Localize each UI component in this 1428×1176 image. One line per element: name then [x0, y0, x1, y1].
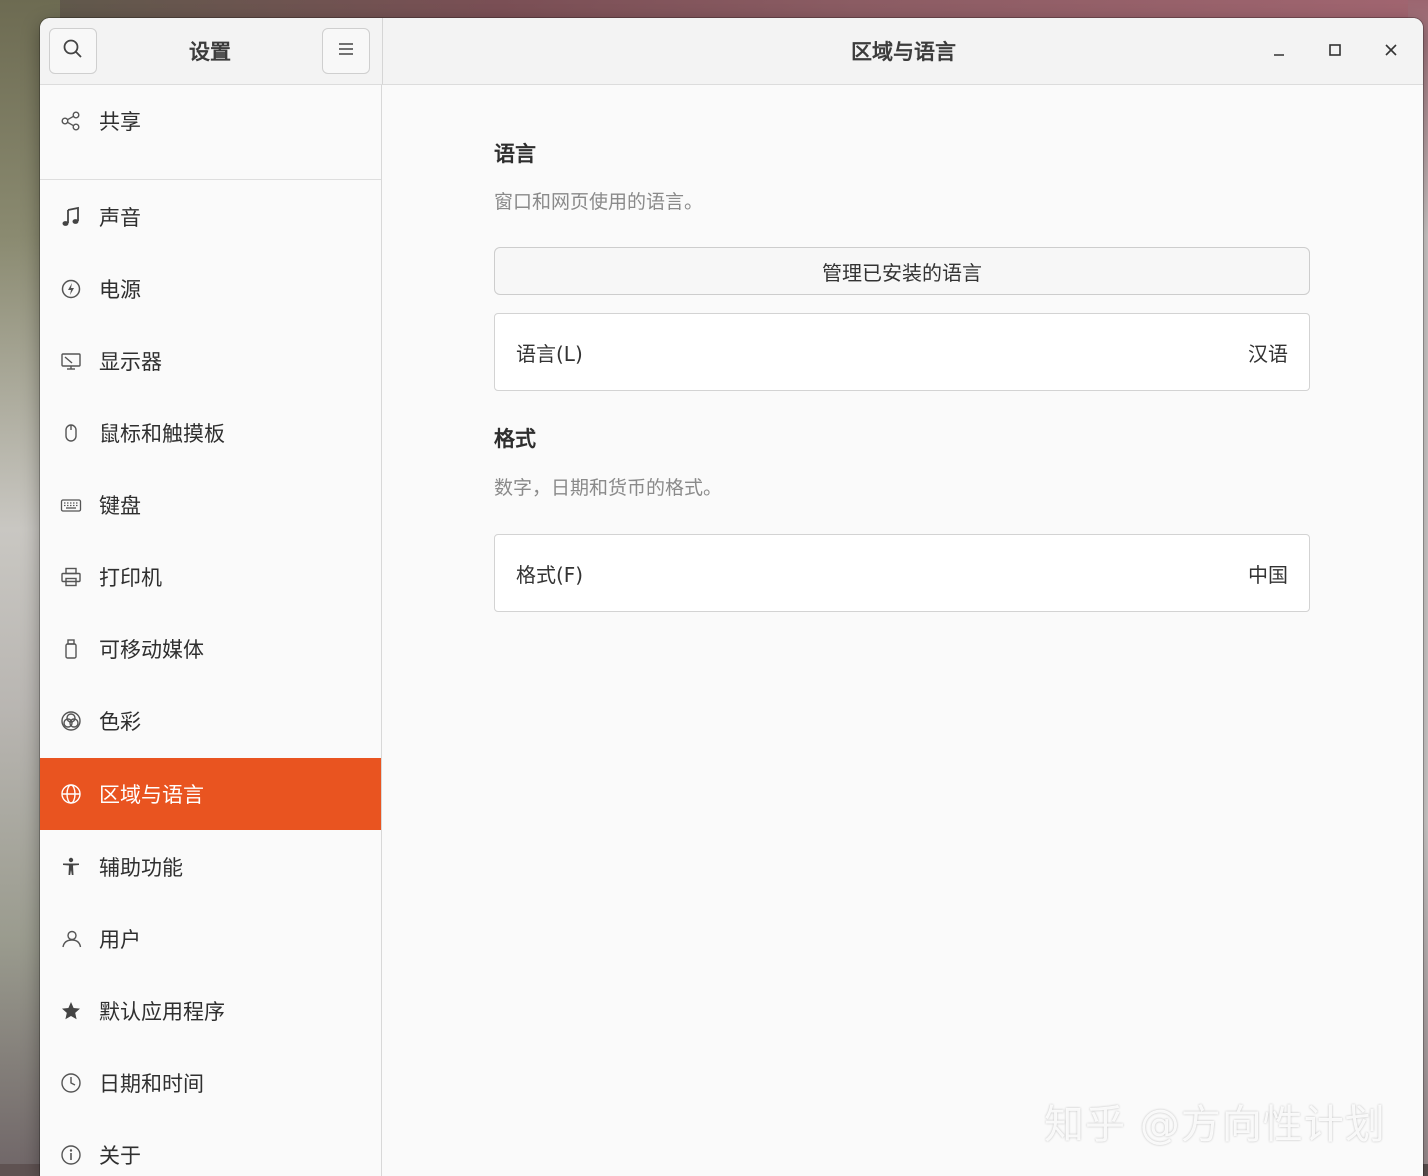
language-row[interactable]: 语言(L) 汉语 — [494, 313, 1310, 391]
mouse-icon — [59, 421, 83, 445]
user-icon — [59, 927, 83, 951]
sidebar: 共享 声音 电源 显示器 鼠标和触摸板 键盘 打印机 可移动媒体 色彩 区域与语… — [40, 85, 382, 1176]
close-icon — [1383, 42, 1399, 62]
minimize-button[interactable] — [1265, 38, 1293, 66]
sidebar-item-label: 声音 — [99, 206, 141, 230]
accessibility-icon — [59, 855, 83, 879]
sidebar-item-label: 键盘 — [99, 494, 141, 518]
sidebar-item-printers[interactable]: 打印机 — [40, 541, 381, 613]
sidebar-item-displays[interactable]: 显示器 — [40, 325, 381, 397]
sidebar-item-about[interactable]: 关于 — [40, 1119, 381, 1176]
language-section-description: 窗口和网页使用的语言。 — [494, 191, 704, 213]
sidebar-item-label: 区域与语言 — [99, 783, 204, 807]
sidebar-item-label: 共享 — [99, 110, 141, 134]
language-row-label: 语言(L) — [516, 341, 583, 366]
settings-window: 设置 区域与语言 共享 声音 电源 显示器 鼠标和触摸板 键盘 打印机 可移动媒… — [40, 18, 1423, 1176]
format-row-value: 中国 — [1248, 562, 1288, 587]
main-header: 区域与语言 — [382, 18, 1423, 85]
display-icon — [59, 349, 83, 373]
music-note-icon — [59, 205, 83, 229]
sidebar-item-mouse-touchpad[interactable]: 鼠标和触摸板 — [40, 397, 381, 469]
search-icon — [62, 38, 84, 64]
sidebar-item-label: 鼠标和触摸板 — [99, 422, 225, 446]
sidebar-item-accessibility[interactable]: 辅助功能 — [40, 831, 381, 903]
sidebar-item-default-apps[interactable]: 默认应用程序 — [40, 975, 381, 1047]
format-section-description: 数字，日期和货币的格式。 — [494, 477, 723, 499]
sidebar-item-removable-media[interactable]: 可移动媒体 — [40, 613, 381, 685]
format-row[interactable]: 格式(F) 中国 — [494, 534, 1310, 612]
share-icon — [59, 109, 83, 133]
sidebar-item-users[interactable]: 用户 — [40, 903, 381, 975]
minimize-icon — [1271, 42, 1287, 62]
language-section-title: 语言 — [494, 142, 536, 166]
sidebar-item-label: 显示器 — [99, 350, 162, 374]
close-button[interactable] — [1377, 38, 1405, 66]
sidebar-item-color[interactable]: 色彩 — [40, 685, 381, 757]
search-button[interactable] — [49, 28, 97, 74]
format-row-label: 格式(F) — [516, 562, 584, 587]
sidebar-item-label: 电源 — [99, 278, 141, 302]
menu-button[interactable] — [322, 28, 370, 74]
sidebar-item-power[interactable]: 电源 — [40, 253, 381, 325]
star-icon — [59, 999, 83, 1023]
manage-installed-languages-button[interactable]: 管理已安装的语言 — [494, 247, 1310, 295]
sidebar-header: 设置 — [40, 18, 382, 85]
clock-icon — [59, 1071, 83, 1095]
sidebar-item-region-language[interactable]: 区域与语言 — [40, 758, 381, 830]
sidebar-item-date-time[interactable]: 日期和时间 — [40, 1047, 381, 1119]
sidebar-item-label: 色彩 — [99, 710, 141, 734]
sidebar-item-label: 辅助功能 — [99, 856, 183, 880]
language-row-value: 汉语 — [1248, 341, 1288, 366]
globe-icon — [59, 782, 83, 806]
printer-icon — [59, 565, 83, 589]
sidebar-item-label: 关于 — [99, 1144, 141, 1168]
sidebar-separator — [40, 179, 381, 180]
removable-media-icon — [59, 637, 83, 661]
sidebar-item-sharing[interactable]: 共享 — [40, 85, 381, 157]
watermark-text: 知乎 @方向性计划 — [1044, 1102, 1386, 1148]
sidebar-item-label: 用户 — [99, 928, 141, 952]
keyboard-icon — [59, 493, 83, 517]
sidebar-title: 设置 — [189, 40, 231, 64]
color-icon — [59, 709, 83, 733]
region-language-panel: 语言 窗口和网页使用的语言。 管理已安装的语言 语言(L) 汉语 格式 数字，日… — [383, 85, 1423, 1176]
info-icon — [59, 1143, 83, 1167]
sidebar-item-label: 默认应用程序 — [99, 1000, 225, 1024]
sidebar-item-label: 打印机 — [99, 566, 162, 590]
power-icon — [59, 277, 83, 301]
sidebar-item-label: 可移动媒体 — [99, 638, 204, 662]
format-section-title: 格式 — [494, 427, 536, 451]
sidebar-item-sound[interactable]: 声音 — [40, 181, 381, 253]
sidebar-item-keyboard[interactable]: 键盘 — [40, 469, 381, 541]
hamburger-menu-icon — [337, 41, 355, 61]
sidebar-item-label: 日期和时间 — [99, 1072, 204, 1096]
maximize-icon — [1327, 42, 1343, 62]
maximize-button[interactable] — [1321, 38, 1349, 66]
